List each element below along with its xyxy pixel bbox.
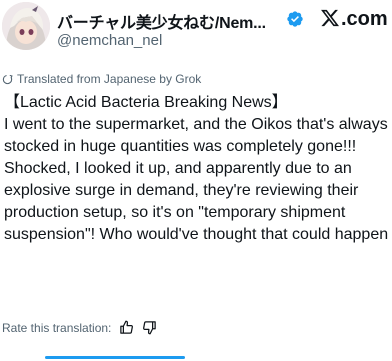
x-logo: .com xyxy=(320,8,388,31)
translation-notice: Translated from Japanese by Grok xyxy=(2,72,201,86)
thumbs-up-icon[interactable] xyxy=(119,320,134,335)
tweet-headline: 【Lactic Acid Bacteria Breaking News】 xyxy=(4,94,288,111)
thumbs-down-icon[interactable] xyxy=(142,320,157,335)
display-name[interactable]: バーチャル美少女ねむ/Nem... xyxy=(57,9,266,33)
tweet-text: 【Lactic Acid Bacteria Breaking News】 I w… xyxy=(4,92,392,246)
handle[interactable]: @nemchan_nel xyxy=(57,32,162,49)
rate-translation-label: Rate this translation: xyxy=(2,320,112,335)
tweet-card: バーチャル美少女ねむ/Nem... @nemchan_nel .com Tran… xyxy=(0,0,392,361)
x-logo-suffix: .com xyxy=(341,8,388,30)
rate-translation: Rate this translation: xyxy=(2,320,157,335)
translation-notice-label: Translated from Japanese by Grok xyxy=(17,72,202,86)
bottom-accent-bar xyxy=(45,356,185,359)
translate-icon xyxy=(2,74,13,84)
tweet-body: I went to the supermarket, and the Oikos… xyxy=(4,116,389,243)
x-logo-icon xyxy=(320,8,340,28)
avatar[interactable] xyxy=(2,2,50,50)
verified-badge-icon xyxy=(286,10,304,28)
